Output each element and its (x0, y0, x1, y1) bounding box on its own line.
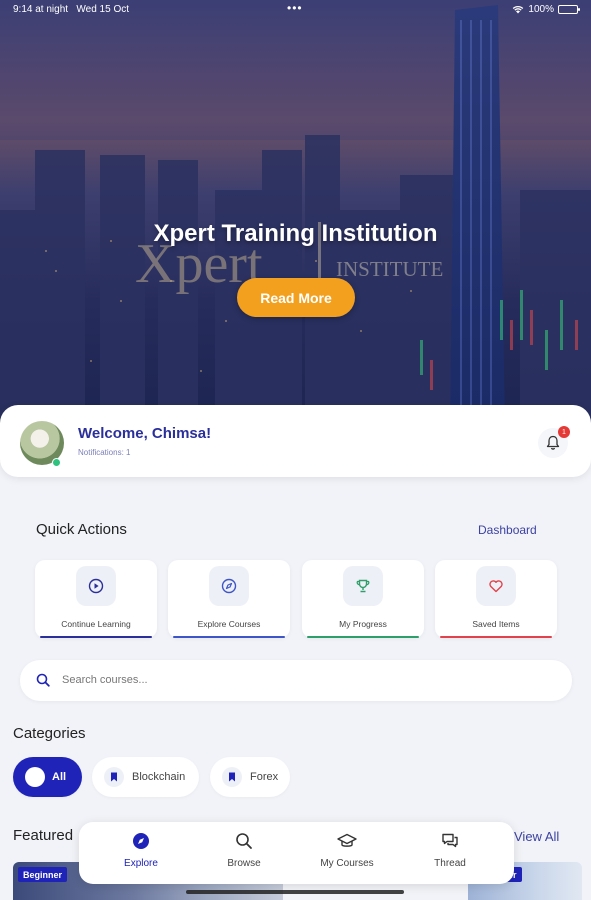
quick-actions-title: Quick Actions (36, 521, 127, 538)
my-progress-card[interactable]: My Progress (302, 560, 424, 638)
read-more-button[interactable]: Read More (237, 278, 355, 317)
status-bar: 9:14 at night Wed 15 Oct ••• 100% (0, 0, 591, 20)
notification-badge: 1 (558, 426, 570, 438)
featured-title: Featured (13, 827, 74, 844)
battery-percent: 100% (528, 4, 554, 15)
categories-title: Categories (13, 725, 86, 742)
status-time: 9:14 at night Wed 15 Oct (13, 4, 130, 15)
explore-courses-label: Explore Courses (197, 619, 261, 629)
nav-thread[interactable]: Thread (400, 828, 500, 878)
saved-items-label: Saved Items (472, 619, 520, 629)
category-label: Blockchain (132, 771, 186, 783)
explore-courses-card[interactable]: Explore Courses (168, 560, 290, 638)
multitasking-dots-icon[interactable]: ••• (287, 1, 303, 15)
continue-learning-label: Continue Learning (61, 619, 131, 629)
card-accent-bar (307, 636, 419, 638)
compass-icon (91, 830, 191, 852)
my-progress-label: My Progress (339, 619, 387, 629)
selected-dot-icon (25, 767, 45, 787)
card-accent-bar (173, 636, 285, 638)
notification-count-text: Notifications: 1 (78, 448, 131, 457)
nav-explore[interactable]: Explore (91, 828, 191, 878)
nav-label: My Courses (320, 858, 374, 869)
hero-title: Xpert Training Institution (153, 220, 438, 247)
home-indicator[interactable] (186, 890, 404, 894)
view-all-link[interactable]: View All (514, 829, 559, 844)
nav-my-courses[interactable]: My Courses (297, 828, 397, 878)
wifi-icon (513, 6, 524, 14)
bottom-navigation: Explore Browse My Courses Thread (79, 822, 514, 884)
search-icon (36, 673, 50, 687)
dashboard-link[interactable]: Dashboard (478, 523, 537, 537)
battery-icon (558, 5, 580, 14)
nav-label: Browse (227, 858, 261, 869)
nav-browse[interactable]: Browse (194, 828, 294, 878)
card-accent-bar (40, 636, 152, 638)
nav-label: Thread (434, 858, 466, 869)
search-bar[interactable] (20, 660, 572, 701)
category-chip-blockchain[interactable]: Blockchain (92, 757, 199, 797)
category-chip-forex[interactable]: Forex (210, 757, 290, 797)
play-circle-icon (76, 566, 116, 606)
compass-icon (209, 566, 249, 606)
level-badge: Beginner (18, 867, 68, 882)
chat-icon (400, 830, 500, 852)
welcome-greeting: Welcome, Chimsa! (78, 425, 212, 442)
hero-banner: Xpert INSTITUTE 9:14 at night Wed 15 Oct… (0, 0, 591, 430)
saved-items-card[interactable]: Saved Items (435, 560, 557, 638)
bell-icon (546, 435, 560, 450)
trophy-icon (343, 566, 383, 606)
category-label: All (52, 771, 67, 783)
bookmark-icon (222, 767, 242, 787)
search-input[interactable] (62, 670, 542, 690)
category-label: Forex (250, 771, 279, 783)
logo-watermark-sub: INSTITUTE (336, 257, 443, 281)
heart-icon (476, 566, 516, 606)
status-indicators: 100% (512, 4, 580, 15)
city-skyline-image: Xpert INSTITUTE (0, 0, 591, 430)
category-chip-all[interactable]: All (13, 757, 82, 797)
search-icon (194, 830, 294, 852)
nav-label: Explore (124, 858, 158, 869)
online-status-dot (52, 458, 61, 467)
card-accent-bar (440, 636, 552, 638)
continue-learning-card[interactable]: Continue Learning (35, 560, 157, 638)
graduation-cap-icon (297, 830, 397, 852)
bookmark-icon (104, 767, 124, 787)
